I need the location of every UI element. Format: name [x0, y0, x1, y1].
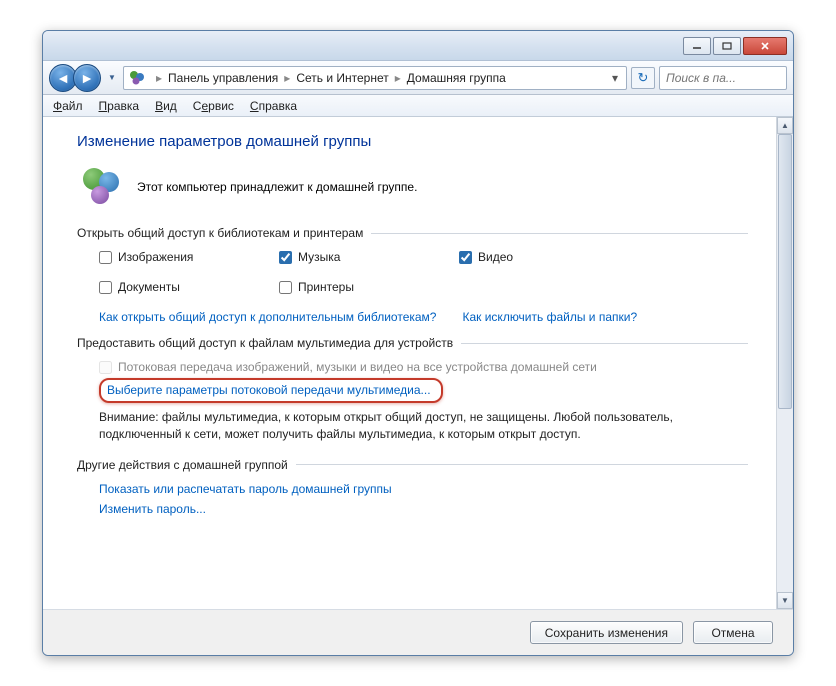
bc-homegroup[interactable]: Домашняя группа	[407, 71, 506, 85]
cb-music[interactable]: Музыка	[279, 250, 449, 264]
link-show-password[interactable]: Показать или распечатать пароль домашней…	[99, 482, 748, 496]
minimize-button[interactable]	[683, 37, 711, 55]
navbar: ◄ ► ▼ ▸ Панель управления ▸ Сеть и Интер…	[43, 61, 793, 95]
cb-images[interactable]: Изображения	[99, 250, 269, 264]
link-streaming-params[interactable]: Выберите параметры потоковой передачи му…	[99, 378, 443, 403]
footer: Сохранить изменения Отмена	[43, 609, 793, 655]
bc-control-panel[interactable]: Панель управления	[168, 71, 278, 85]
breadcrumb[interactable]: ▸ Панель управления ▸ Сеть и Интернет ▸ …	[123, 66, 627, 90]
page-title: Изменение параметров домашней группы	[77, 133, 748, 150]
save-button[interactable]: Сохранить изменения	[530, 621, 683, 644]
menu-tools[interactable]: Сервис	[193, 99, 234, 113]
close-button[interactable]	[743, 37, 787, 55]
forward-button[interactable]: ►	[73, 64, 101, 92]
maximize-button[interactable]	[713, 37, 741, 55]
warning-text: Внимание: файлы мультимедиа, к которым о…	[99, 409, 748, 444]
menu-edit[interactable]: Правка	[99, 99, 140, 113]
scroll-up-icon[interactable]: ▲	[777, 117, 793, 134]
cb-video[interactable]: Видео	[459, 250, 629, 264]
link-change-password[interactable]: Изменить пароль...	[99, 502, 748, 516]
menu-view[interactable]: Вид	[155, 99, 177, 113]
bc-network[interactable]: Сеть и Интернет	[296, 71, 388, 85]
section-other-header: Другие действия с домашней группой	[77, 458, 748, 472]
scroll-thumb[interactable]	[778, 134, 792, 409]
cb-streaming: Потоковая передача изображений, музыки и…	[99, 360, 748, 374]
section-media-header: Предоставить общий доступ к файлам мульт…	[77, 336, 748, 350]
bc-dropdown-icon[interactable]: ▾	[608, 71, 622, 85]
menu-file[interactable]: Файл	[53, 99, 83, 113]
search-input[interactable]	[659, 66, 787, 90]
menu-help[interactable]: Справка	[250, 99, 297, 113]
homegroup-bc-icon	[128, 69, 146, 87]
menubar: Файл Правка Вид Сервис Справка	[43, 95, 793, 117]
cb-printers[interactable]: Принтеры	[279, 280, 449, 294]
nav-history-chevron-icon[interactable]: ▼	[105, 64, 119, 92]
cancel-button[interactable]: Отмена	[693, 621, 773, 644]
vertical-scrollbar[interactable]: ▲ ▼	[776, 117, 793, 609]
homegroup-icon	[83, 168, 123, 206]
refresh-button[interactable]: ↻	[631, 67, 655, 89]
content-pane: Изменение параметров домашней группы Это…	[43, 117, 776, 609]
identity-text: Этот компьютер принадлежит к домашней гр…	[137, 180, 417, 194]
homegroup-window: ◄ ► ▼ ▸ Панель управления ▸ Сеть и Интер…	[42, 30, 794, 656]
link-additional-libs[interactable]: Как открыть общий доступ к дополнительны…	[99, 310, 436, 324]
link-exclude[interactable]: Как исключить файлы и папки?	[462, 310, 637, 324]
section-libraries-header: Открыть общий доступ к библиотекам и при…	[77, 226, 748, 240]
titlebar	[43, 31, 793, 61]
scroll-down-icon[interactable]: ▼	[777, 592, 793, 609]
cb-documents[interactable]: Документы	[99, 280, 269, 294]
